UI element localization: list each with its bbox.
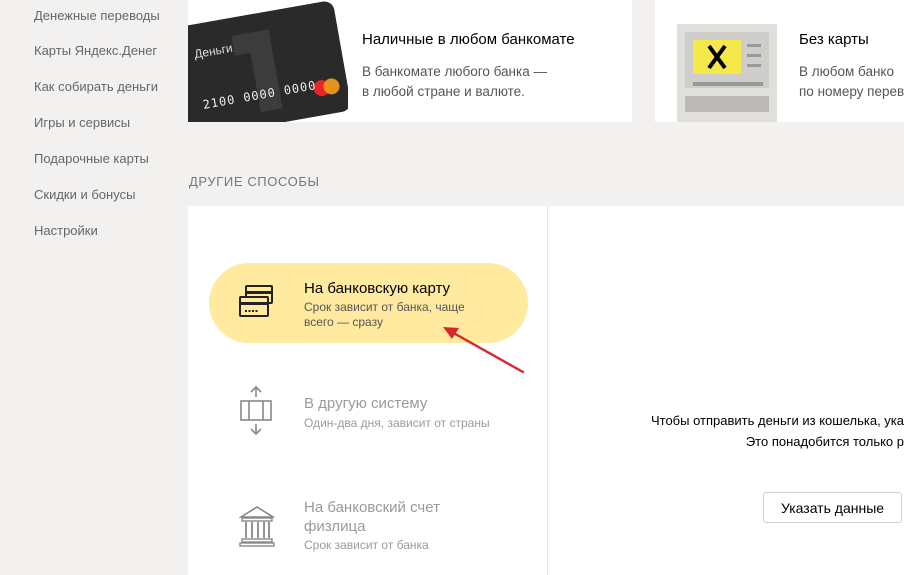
cash-card-desc-2: в любой стране и валюте. (362, 84, 525, 99)
no-card-withdrawal-card[interactable]: Без карты В любом банко по номеру перев (655, 0, 904, 122)
sidebar-item-yandex-cards[interactable]: Карты Яндекс.Денег (34, 43, 157, 58)
option-bank-card-sub-1: Срок зависит от банка, чаще (304, 300, 465, 314)
cash-withdrawal-card[interactable]: Деньги 2100 0000 0000 Наличные в любом б… (188, 0, 632, 122)
annotation-arrow-icon (443, 327, 525, 374)
sidebar-item-settings[interactable]: Настройки (34, 223, 98, 238)
info-text-line-2: Это понадобится только р (745, 434, 904, 449)
option-bank-account-title-2: физлица (304, 518, 366, 535)
specify-details-button[interactable]: Указать данные (763, 492, 902, 523)
sidebar-item-gift-cards[interactable]: Подарочные карты (34, 151, 149, 166)
no-card-desc-1: В любом банко (799, 64, 894, 79)
no-card-title: Без карты (799, 31, 869, 48)
no-card-desc-2: по номеру перев (799, 84, 904, 99)
sidebar-item-money-transfers[interactable]: Денежные переводы (34, 8, 160, 23)
transfer-system-icon (240, 386, 272, 436)
sidebar: Денежные переводы Карты Яндекс.Денег Как… (0, 0, 188, 575)
section-title: ДРУГИЕ СПОСОБЫ (189, 174, 320, 189)
bank-card-icon (239, 285, 273, 317)
option-bank-account[interactable]: На банковский счет физлица Срок зависит … (209, 495, 528, 559)
bank-building-icon (239, 506, 275, 547)
option-other-system[interactable]: В другую систему Один-два дня, зависит о… (209, 380, 528, 442)
atm-icon (677, 24, 777, 122)
option-bank-account-title-1: На банковский счет (304, 499, 440, 516)
option-bank-card-title: На банковскую карту (304, 280, 451, 297)
info-text-line-1: Чтобы отправить деньги из кошелька, ука (650, 413, 904, 428)
sidebar-item-collect-money[interactable]: Как собирать деньги (34, 79, 158, 94)
cash-card-desc-1: В банкомате любого банка — (362, 64, 547, 79)
option-bank-account-sub: Срок зависит от банка (304, 538, 429, 552)
option-other-system-title: В другую систему (304, 395, 428, 412)
sidebar-item-games-services[interactable]: Игры и сервисы (34, 115, 130, 130)
cash-card-title: Наличные в любом банкомате (362, 31, 575, 48)
option-other-system-sub: Один-два дня, зависит от страны (304, 416, 490, 430)
sidebar-item-discounts[interactable]: Скидки и бонусы (34, 187, 135, 202)
option-bank-card-sub-2: всего — сразу (304, 315, 383, 329)
